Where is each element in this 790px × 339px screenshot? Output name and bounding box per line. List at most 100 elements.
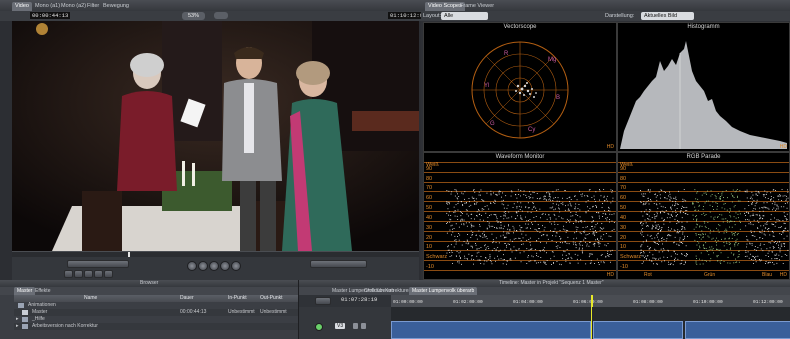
viewer-play-in-out-button[interactable] bbox=[198, 261, 208, 271]
viewer-mark-in-button[interactable] bbox=[84, 270, 93, 278]
timeline-ruler-bar: 01:07:28:19 01:00:00:00 01:02:00:00 01:0… bbox=[299, 295, 790, 307]
histogram-title: Histogramm bbox=[687, 24, 720, 30]
timeline-tabs: Master Lumpenvolk überarb Christian Korr… bbox=[299, 287, 790, 295]
video-scopes-panel: Video Scopes Frame Viewer Layout: Alle D… bbox=[421, 0, 790, 280]
viewer-panel: Video Mono (a1) Mono (a2) Filter Bewegun… bbox=[0, 0, 429, 280]
vectorscope-target-g: G bbox=[490, 121, 495, 127]
browser-row-master[interactable]: Master 00:00:44:13 Unbestimmt Unbestimmt bbox=[14, 309, 298, 316]
viewer-play-around-button[interactable] bbox=[220, 261, 230, 271]
waveform-title: Waveform Monitor bbox=[495, 154, 545, 160]
vectorscope-title: Vectorscope bbox=[503, 24, 537, 30]
ruler-tick-3: 01:04:00:00 bbox=[513, 300, 543, 305]
graticule-line bbox=[618, 270, 789, 271]
timeline-current-timecode[interactable]: 01:07:28:19 bbox=[341, 296, 377, 303]
browser-tab-effekte[interactable]: Effekte bbox=[32, 287, 53, 295]
timeline-clip[interactable] bbox=[593, 321, 683, 339]
scopes-tab-frame-viewer[interactable]: Frame Viewer bbox=[457, 2, 497, 11]
browser-row-animationen[interactable]: Animationen bbox=[14, 302, 298, 309]
timeline-tab-2[interactable]: Christian Korrekturen bbox=[361, 287, 414, 295]
rgb-parade: RGB Parade Weiß 90 80 70 60 50 40 30 20 10 Schwarz… bbox=[617, 152, 790, 280]
ruler-tick-4: 01:06:00:00 bbox=[573, 300, 603, 305]
folder-icon bbox=[18, 303, 24, 308]
scope-trace bbox=[446, 189, 615, 266]
vectorscope-target-mg: Mg bbox=[548, 57, 557, 63]
timeline-title: Timeline: Master in Projekt "Sequenz 1 M… bbox=[499, 280, 604, 286]
rgb-parade-title: RGB Parade bbox=[686, 154, 721, 160]
parade-channel-gruen: Grün bbox=[704, 272, 716, 278]
viewer-tab-video[interactable]: Video bbox=[12, 2, 32, 11]
viewer-view-select[interactable] bbox=[214, 12, 228, 19]
browser-title: Browser bbox=[140, 280, 159, 286]
waveform-monitor: Waveform Monitor Weiß 90 80 70 60 50 40 30 20 10 S… bbox=[423, 152, 617, 280]
row-name: Master bbox=[32, 309, 48, 315]
viewer-jog-control[interactable] bbox=[310, 260, 367, 268]
viewer-match-frame-button[interactable] bbox=[64, 270, 73, 278]
scopes-options-bar: Layout: Alle Darstellung: Aktuelles Bild bbox=[421, 11, 790, 21]
histogram-corner-label: HD bbox=[779, 144, 787, 150]
row-dauer: 00:00:44:13 bbox=[180, 309, 207, 315]
ruler-tick-1: 01:00:00:00 bbox=[393, 300, 423, 305]
track-lock-icon[interactable] bbox=[353, 323, 358, 329]
viewer-tab-bewegung[interactable]: Bewegung bbox=[100, 2, 132, 11]
column-header-in-punkt[interactable]: In-Punkt bbox=[228, 295, 247, 302]
row-in-punkt: Unbestimmt bbox=[228, 309, 255, 315]
vectorscope-target-cy: Cy bbox=[528, 127, 536, 133]
column-header-name[interactable]: Name bbox=[84, 295, 97, 302]
display-label: Darstellung: bbox=[605, 13, 635, 19]
parade-corner-label: HD bbox=[779, 272, 787, 278]
waveform-corner-label: HD bbox=[606, 272, 614, 278]
track-auto-select-icon[interactable] bbox=[361, 323, 366, 329]
track-label[interactable]: V3 bbox=[335, 323, 346, 329]
display-select[interactable]: Aktuelles Bild bbox=[641, 12, 694, 20]
timeline-clip[interactable] bbox=[391, 321, 591, 339]
track-visibility-toggle[interactable] bbox=[315, 323, 323, 331]
viewer-transport-bar bbox=[12, 257, 419, 280]
histogram-graph bbox=[620, 41, 787, 149]
parade-channel-rot: Rot bbox=[644, 272, 652, 278]
ruler-tick-6: 01:10:00:00 bbox=[693, 300, 723, 305]
vectorscope-graticule bbox=[471, 41, 569, 139]
timeline-playhead[interactable] bbox=[591, 295, 593, 307]
disclosure-triangle-icon[interactable]: ▸ bbox=[16, 316, 19, 323]
browser-column-headers: Name Dauer In-Punkt Out-Punkt bbox=[14, 295, 298, 302]
browser-tabs: Master Effekte bbox=[0, 287, 298, 295]
timeline-rt-menu[interactable] bbox=[315, 297, 331, 305]
disclosure-triangle-icon[interactable]: ▸ bbox=[16, 323, 19, 330]
browser-row-hilfe[interactable]: ▸ _Hilfe bbox=[14, 316, 298, 323]
viewer-zoom-select[interactable]: 53% bbox=[182, 12, 206, 20]
timeline-playhead-line bbox=[591, 307, 592, 339]
timeline-track-area[interactable] bbox=[391, 307, 790, 339]
histogram: Histogramm HD bbox=[617, 22, 790, 152]
viewer-control-bar: 00:00:44:13 53% 01:10:12:09 bbox=[0, 11, 429, 21]
viewer-add-marker-button[interactable] bbox=[104, 270, 113, 278]
viewer-prev-edit-button[interactable] bbox=[187, 261, 197, 271]
viewer-video-frame[interactable] bbox=[12, 21, 419, 251]
timeline-tab-3[interactable]: Master Lumpenvolk überarb bbox=[409, 287, 478, 295]
viewer-mark-clip-button[interactable] bbox=[74, 270, 83, 278]
rgb-parade-graticule: Weiß 90 80 70 60 50 40 30 20 10 Schwarz -10 bbox=[618, 162, 789, 271]
ruler-tick-7: 01:12:00:00 bbox=[753, 300, 783, 305]
browser-row-arbeitsversion[interactable]: ▸ Arbeitsversion nach Korrektur bbox=[14, 323, 298, 330]
ruler-tick-2: 01:02:00:00 bbox=[453, 300, 483, 305]
row-name: Arbeitsversion nach Korrektur bbox=[32, 323, 98, 329]
column-header-dauer[interactable]: Dauer bbox=[180, 295, 194, 302]
column-header-out-punkt[interactable]: Out-Punkt bbox=[260, 295, 283, 302]
vectorscope-target-b: B bbox=[556, 95, 561, 101]
timeline-clip[interactable] bbox=[685, 321, 790, 339]
parade-channel-blau: Blau bbox=[762, 272, 773, 278]
viewer-duration-timecode[interactable]: 00:00:44:13 bbox=[30, 12, 71, 19]
row-name: _Hilfe bbox=[32, 316, 45, 322]
sequence-icon bbox=[22, 310, 28, 315]
viewer-shuttle-control[interactable] bbox=[67, 260, 129, 268]
row-out-punkt: Unbestimmt bbox=[260, 309, 287, 315]
layout-select[interactable]: Alle bbox=[441, 12, 488, 20]
viewer-next-edit-button[interactable] bbox=[231, 261, 241, 271]
folder-icon bbox=[22, 324, 28, 329]
viewer-mark-out-button[interactable] bbox=[94, 270, 103, 278]
vectorscope-target-r: R bbox=[504, 51, 509, 57]
viewer-play-button[interactable] bbox=[209, 261, 219, 271]
timeline-ruler[interactable]: 01:00:00:00 01:02:00:00 01:04:00:00 01:0… bbox=[391, 295, 790, 307]
browser-panel: Browser Master Effekte Name Dauer In-Pun… bbox=[0, 280, 298, 339]
waveform-graticule: Weiß 90 80 70 60 50 40 30 20 10 Schwarz -10 bbox=[424, 162, 616, 271]
vectorscope: Vectorscope R Mg B Cy G Yl HD bbox=[423, 22, 617, 152]
